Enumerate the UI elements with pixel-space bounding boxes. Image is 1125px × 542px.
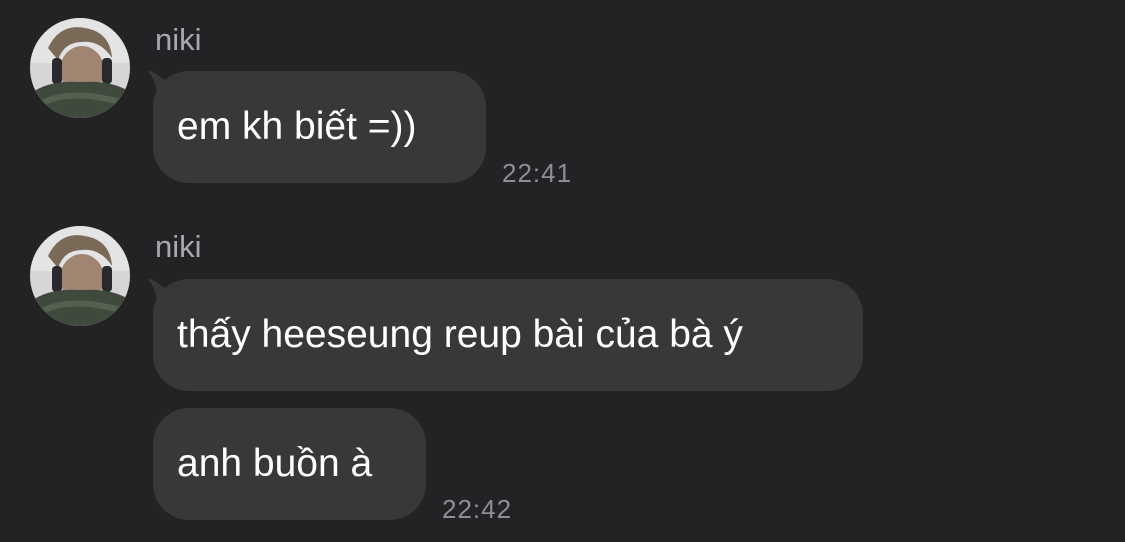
profile-photo-icon	[30, 18, 130, 118]
message-timestamp: 22:41	[502, 158, 573, 188]
avatar[interactable]	[30, 226, 130, 326]
chat-history[interactable]: niki em kh biết =)) 22:41 niki thấy hees…	[0, 0, 1125, 542]
message-timestamp: 22:42	[442, 494, 513, 524]
sender-name: niki	[155, 229, 202, 264]
message-bubble[interactable]: thấy heeseung reup bài của bà ý	[153, 279, 863, 391]
message-text: em kh biết =))	[177, 105, 417, 148]
profile-photo-icon	[30, 226, 130, 326]
message-bubble[interactable]: em kh biết =))	[153, 71, 486, 183]
message-bubble[interactable]: anh buồn à	[153, 408, 426, 520]
avatar[interactable]	[30, 18, 130, 118]
message-text: thấy heeseung reup bài của bà ý	[177, 313, 743, 356]
sender-name: niki	[155, 22, 202, 57]
message-text: anh buồn à	[177, 442, 373, 485]
